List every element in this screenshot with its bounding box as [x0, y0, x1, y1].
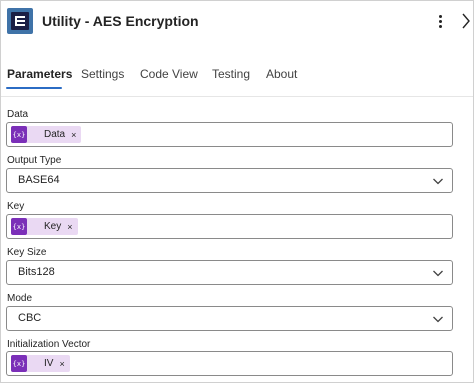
key-field[interactable]: {x} Key × [6, 214, 453, 239]
remove-key-token-icon[interactable]: × [67, 222, 72, 232]
key-token-label: Key [44, 221, 62, 232]
action-panel: Utility - AES Encryption Parameters Sett… [0, 0, 474, 383]
key-size-dropdown[interactable]: Bits128 [6, 260, 453, 285]
mode-label: Mode [7, 293, 33, 304]
tab-code-view[interactable]: Code View [140, 67, 198, 81]
chevron-down-icon [433, 316, 443, 323]
data-token-label: Data [44, 129, 66, 140]
tab-parameters[interactable]: Parameters [7, 67, 72, 81]
panel-title: Utility - AES Encryption [42, 13, 199, 29]
data-token[interactable]: {x} Data × [11, 126, 82, 143]
tab-testing[interactable]: Testing [212, 67, 250, 81]
key-size-label: Key Size [7, 247, 47, 258]
iv-token-label: IV [44, 358, 54, 369]
output-type-label: Output Type [7, 155, 62, 166]
output-type-dropdown[interactable]: BASE64 [6, 168, 453, 193]
iv-field[interactable]: {x} IV × [6, 351, 453, 376]
data-label: Data [7, 109, 29, 120]
tab-settings[interactable]: Settings [81, 67, 124, 81]
variable-icon: {x} [11, 126, 27, 143]
remove-data-token-icon[interactable]: × [71, 130, 76, 140]
tabs-divider [1, 96, 473, 97]
output-type-value: BASE64 [18, 174, 60, 186]
mode-value: CBC [18, 312, 42, 324]
tab-bar: Parameters Settings Code View Testing Ab… [1, 61, 473, 91]
chevron-down-icon [433, 270, 443, 277]
chevron-down-icon [433, 178, 443, 185]
more-options-icon[interactable] [435, 12, 447, 30]
key-label: Key [7, 201, 25, 212]
app-logo-icon [7, 8, 33, 34]
data-field[interactable]: {x} Data × [6, 122, 453, 147]
collapse-panel-icon[interactable] [459, 11, 473, 31]
remove-iv-token-icon[interactable]: × [59, 359, 64, 369]
key-token[interactable]: {x} Key × [11, 218, 78, 235]
active-tab-indicator [6, 87, 62, 89]
variable-icon: {x} [11, 218, 27, 235]
iv-token[interactable]: {x} IV × [11, 355, 70, 372]
mode-dropdown[interactable]: CBC [6, 306, 453, 331]
key-size-value: Bits128 [18, 266, 55, 278]
iv-label: Initialization Vector [7, 339, 91, 350]
panel-header: Utility - AES Encryption [1, 1, 473, 41]
tab-about[interactable]: About [266, 67, 297, 81]
variable-icon: {x} [11, 355, 27, 372]
